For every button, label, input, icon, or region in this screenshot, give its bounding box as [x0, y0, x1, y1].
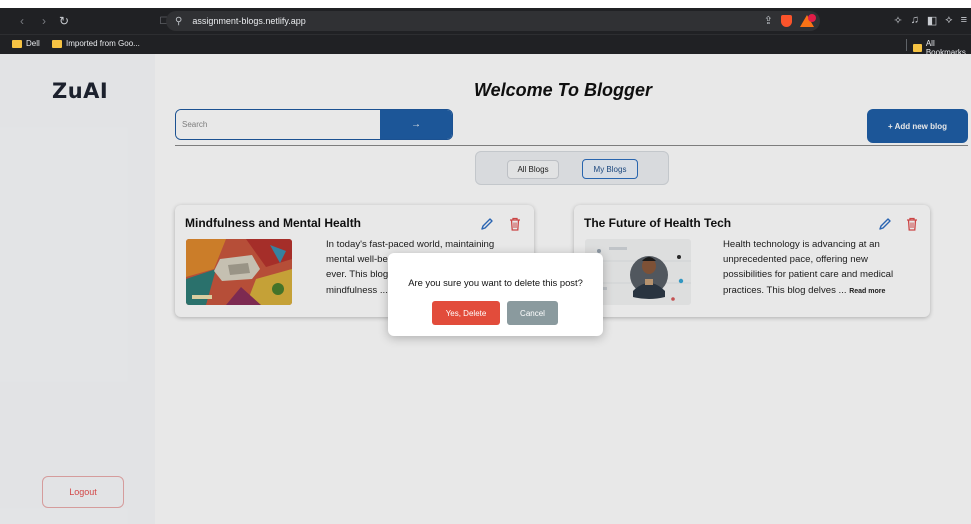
bookmarks-bar: Dell Imported from Goo... All Bookmarks	[0, 34, 971, 57]
brave-shield-icon[interactable]	[781, 14, 792, 27]
delete-confirm-dialog: Are you sure you want to delete this pos…	[388, 253, 603, 336]
back-arrow-icon[interactable]: ‹	[14, 14, 30, 28]
bookmark-separator	[906, 39, 907, 51]
browser-toolbar: ‹ › ↻ ☐ ⚲ assignment-blogs.netlify.app ⇪…	[0, 8, 971, 34]
menu-icon[interactable]: ≡	[961, 14, 967, 27]
dialog-message: Are you sure you want to delete this pos…	[408, 277, 583, 288]
brave-rewards-icon[interactable]	[800, 13, 816, 27]
bookmark-label: Dell	[26, 39, 40, 48]
forward-arrow-icon[interactable]: ›	[36, 14, 52, 28]
notification-badge	[808, 13, 816, 22]
site-info-icon[interactable]: ⚲	[175, 16, 182, 27]
page: ZuAI Logout Welcome To Blogger → + Add n…	[0, 54, 971, 524]
modal-backdrop-sidebar	[0, 54, 155, 524]
bookmark-dell[interactable]: Dell	[12, 39, 40, 48]
window-top-strip	[0, 0, 971, 8]
url-text[interactable]: assignment-blogs.netlify.app	[192, 16, 305, 26]
bookmark-label: Imported from Goo...	[66, 39, 140, 48]
cancel-button[interactable]: Cancel	[507, 301, 558, 325]
toolbar-actions: ✧ ♫ ◧ ⟡ ≡	[893, 14, 967, 27]
share-icon[interactable]: ⇪	[764, 14, 773, 27]
extensions-icon[interactable]: ✧	[893, 14, 902, 27]
folder-icon	[12, 39, 22, 48]
address-bar[interactable]: ⚲ assignment-blogs.netlify.app ⇪	[166, 11, 820, 31]
wallet-icon[interactable]: ⟡	[945, 14, 952, 27]
reload-icon[interactable]: ↻	[56, 14, 72, 28]
bookmark-imported[interactable]: Imported from Goo...	[52, 39, 140, 48]
confirm-delete-button[interactable]: Yes, Delete	[432, 301, 500, 325]
folder-icon	[52, 39, 62, 48]
folder-icon	[913, 44, 922, 52]
media-icon[interactable]: ♫	[911, 14, 919, 27]
sidebar-icon[interactable]: ◧	[927, 14, 937, 27]
